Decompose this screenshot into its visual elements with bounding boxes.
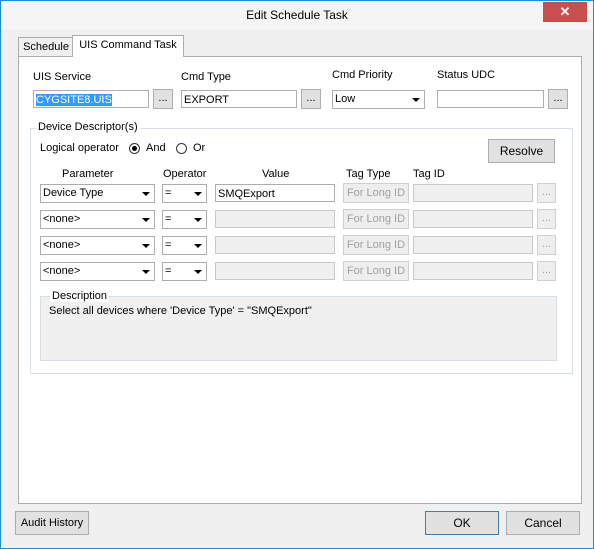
value-field-4[interactable] — [215, 262, 335, 280]
value-field-2[interactable] — [215, 210, 335, 228]
tag-type-button-2[interactable]: For Long ID — [343, 209, 409, 229]
status-udc-label: Status UDC — [437, 69, 496, 81]
tag-id-browse-button-4[interactable]: ... — [537, 261, 556, 281]
parameter-select-3[interactable]: <none> — [40, 236, 155, 255]
operator-value-3: = — [165, 239, 172, 251]
tag-id-header: Tag ID — [413, 168, 445, 180]
value-field-3[interactable] — [215, 236, 335, 254]
cmd-priority-value: Low — [335, 93, 356, 105]
value-header: Value — [262, 168, 290, 180]
logical-operator-label: Logical operator — [40, 142, 119, 154]
status-udc-browse-button[interactable]: ... — [548, 89, 568, 109]
uis-service-value: CYGSITE8.UIS — [36, 94, 112, 106]
value-field-1[interactable]: SMQExport — [215, 184, 335, 202]
tag-type-header: Tag Type — [346, 168, 391, 180]
uis-service-label: UIS Service — [33, 71, 92, 83]
uis-service-browse-button[interactable]: ... — [153, 89, 173, 109]
device-descriptor-group: Device Descriptor(s) Logical operator An… — [30, 121, 573, 374]
status-udc-field[interactable] — [437, 90, 544, 108]
operator-value-2: = — [165, 213, 172, 225]
operator-header: Operator — [163, 168, 207, 180]
description-text: Select all devices where 'Device Type' =… — [49, 305, 312, 317]
device-descriptor-legend: Device Descriptor(s) — [36, 121, 140, 133]
tag-id-browse-button-3[interactable]: ... — [537, 235, 556, 255]
chevron-down-icon[interactable] — [189, 237, 206, 254]
chevron-down-icon[interactable] — [137, 211, 154, 228]
tab-panel: UIS Service CYGSITE8.UIS ... Cmd Type EX… — [18, 56, 582, 504]
chevron-down-icon[interactable] — [189, 263, 206, 280]
and-radio[interactable] — [129, 143, 140, 154]
cmd-priority-select[interactable]: Low — [332, 90, 425, 109]
tag-id-browse-button-1[interactable]: ... — [537, 183, 556, 203]
parameter-select-2[interactable]: <none> — [40, 210, 155, 229]
chevron-down-icon[interactable] — [137, 263, 154, 280]
uis-service-field[interactable]: CYGSITE8.UIS — [33, 90, 149, 108]
operator-select-2[interactable]: = — [162, 210, 207, 229]
parameter-value-3: <none> — [43, 239, 81, 251]
tag-id-field-2[interactable] — [413, 210, 533, 228]
cmd-type-browse-button[interactable]: ... — [301, 89, 321, 109]
chevron-down-icon[interactable] — [407, 91, 424, 108]
audit-history-button[interactable]: Audit History — [15, 511, 89, 535]
tag-type-button-1[interactable]: For Long ID — [343, 183, 409, 203]
description-legend: Description — [50, 290, 110, 302]
tag-id-browse-button-2[interactable]: ... — [537, 209, 556, 229]
chevron-down-icon[interactable] — [189, 211, 206, 228]
parameter-header: Parameter — [62, 168, 114, 180]
tag-id-field-1[interactable] — [413, 184, 533, 202]
operator-select-4[interactable]: = — [162, 262, 207, 281]
parameter-select-1[interactable]: Device Type — [40, 184, 155, 203]
tag-type-button-4[interactable]: For Long ID — [343, 261, 409, 281]
operator-value-4: = — [165, 265, 172, 277]
description-group: Description Select all devices where 'De… — [40, 290, 557, 361]
cmd-type-label: Cmd Type — [181, 71, 231, 83]
title-bar: Edit Schedule Task ✕ — [1, 1, 593, 29]
cmd-priority-label: Cmd Priority — [332, 69, 393, 81]
cancel-button[interactable]: Cancel — [506, 511, 580, 535]
resolve-button[interactable]: Resolve — [488, 139, 555, 163]
parameter-value-4: <none> — [43, 265, 81, 277]
cmd-type-field[interactable]: EXPORT — [181, 90, 297, 108]
chevron-down-icon[interactable] — [189, 185, 206, 202]
parameter-value-2: <none> — [43, 213, 81, 225]
tag-id-field-4[interactable] — [413, 262, 533, 280]
tab-uis-command-task[interactable]: UIS Command Task — [72, 35, 184, 57]
tag-type-button-3[interactable]: For Long ID — [343, 235, 409, 255]
operator-select-1[interactable]: = — [162, 184, 207, 203]
close-button[interactable]: ✕ — [543, 2, 587, 22]
tag-id-field-3[interactable] — [413, 236, 533, 254]
edit-schedule-task-dialog: Edit Schedule Task ✕ Schedule UIS Comman… — [0, 0, 594, 549]
chevron-down-icon[interactable] — [137, 237, 154, 254]
ok-button[interactable]: OK — [425, 511, 499, 535]
or-label: Or — [193, 142, 206, 154]
operator-value-1: = — [165, 187, 172, 199]
parameter-select-4[interactable]: <none> — [40, 262, 155, 281]
window-title: Edit Schedule Task — [246, 8, 348, 22]
tab-schedule[interactable]: Schedule — [18, 37, 74, 57]
operator-select-3[interactable]: = — [162, 236, 207, 255]
and-label: And — [146, 142, 166, 154]
chevron-down-icon[interactable] — [137, 185, 154, 202]
or-radio[interactable] — [176, 143, 187, 154]
parameter-value-1: Device Type — [43, 187, 104, 199]
